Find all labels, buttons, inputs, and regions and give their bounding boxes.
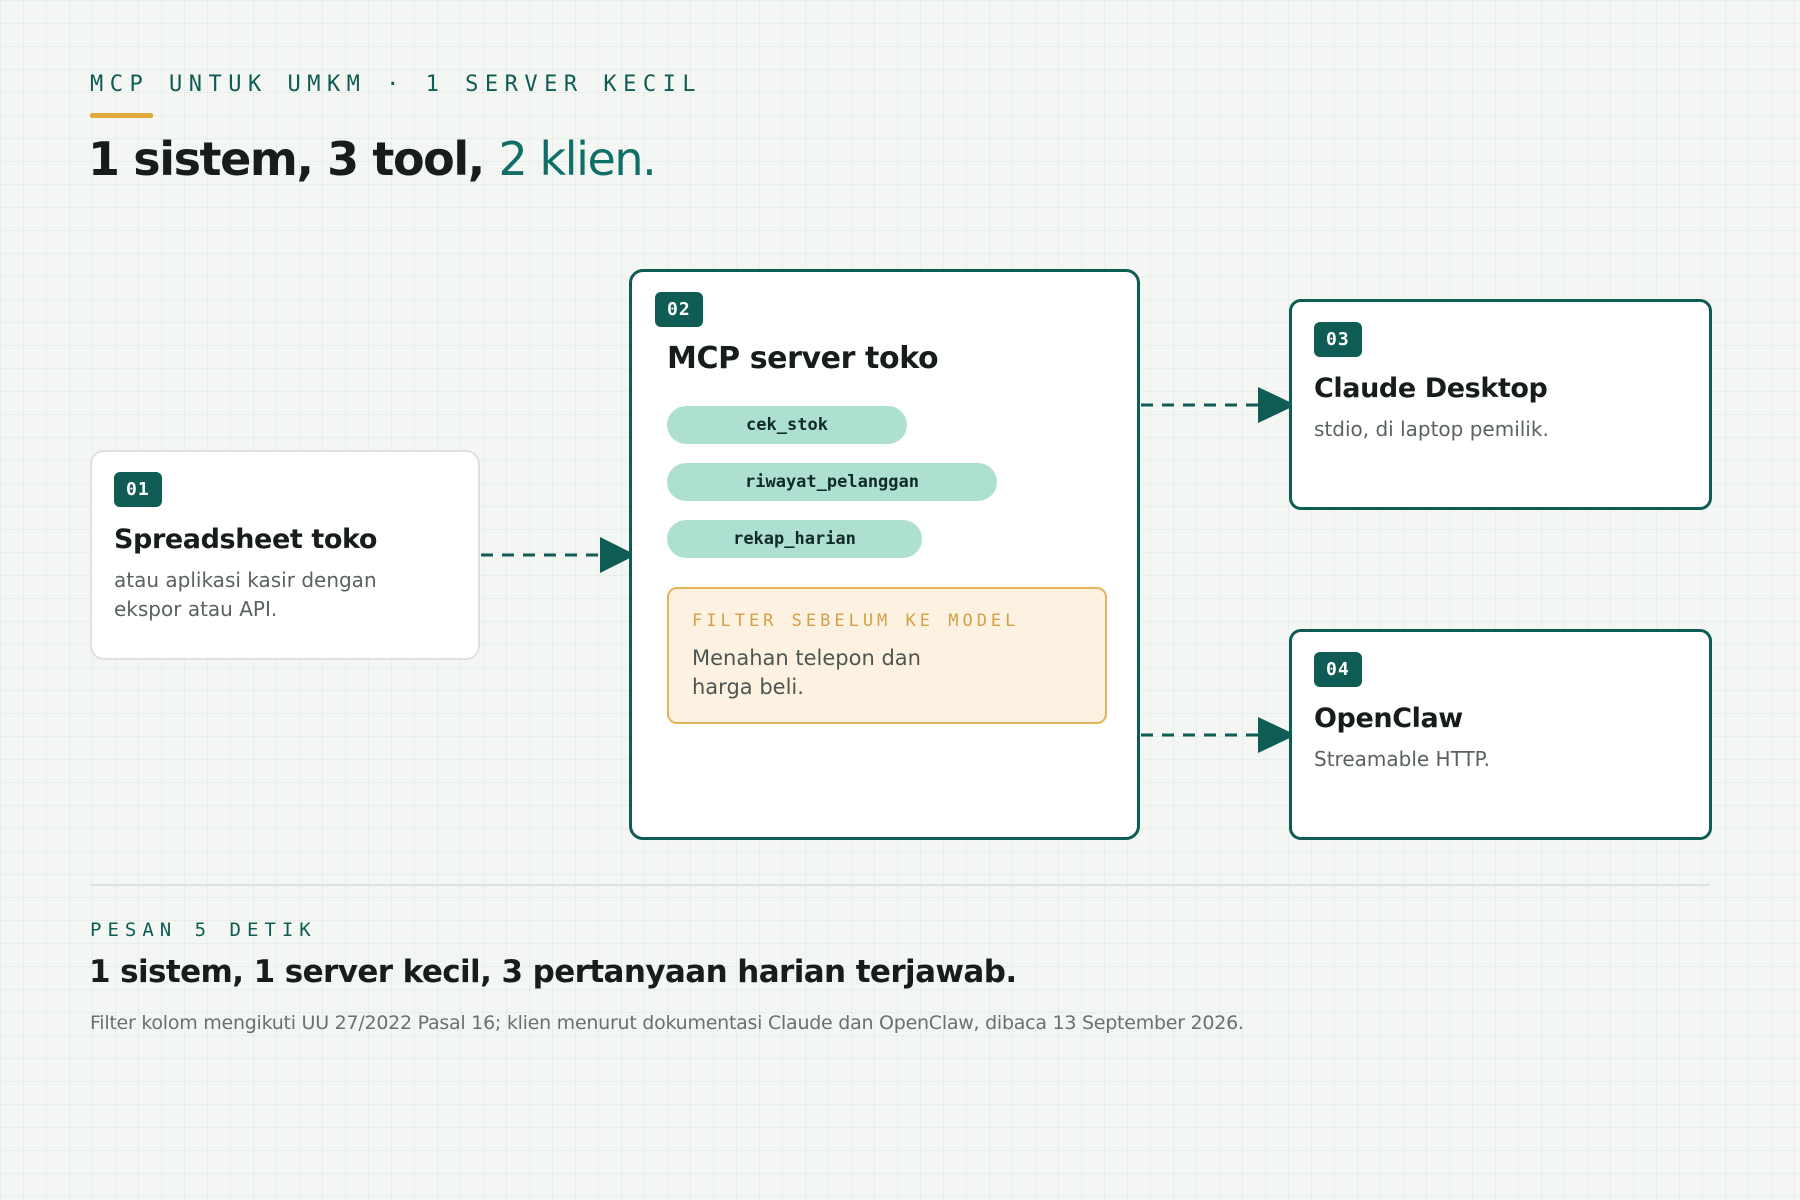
node-description: atau aplikasi kasir dengan ekspor atau A… xyxy=(114,568,377,621)
tool-pill-rekap-harian: rekap_harian xyxy=(667,520,922,558)
section-divider xyxy=(90,884,1710,886)
filter-callout: FILTER SEBELUM KE MODEL Menahan telepon … xyxy=(667,587,1107,724)
node-claude-desktop: 03 Claude Desktop stdio, di laptop pemil… xyxy=(1289,299,1712,510)
tool-pill-riwayat-pelanggan: riwayat_pelanggan xyxy=(667,463,997,501)
node-badge: 01 xyxy=(114,472,162,507)
message-label: PESAN 5 DETIK xyxy=(90,919,317,941)
node-title: OpenClaw xyxy=(1314,703,1463,734)
node-description: stdio, di laptop pemilik. xyxy=(1314,417,1549,441)
node-title: Claude Desktop xyxy=(1314,373,1548,404)
node-description: Streamable HTTP. xyxy=(1314,747,1490,771)
filter-label: FILTER SEBELUM KE MODEL xyxy=(692,611,1020,631)
filter-description: Menahan telepon dan harga beli. xyxy=(692,646,921,699)
edge-server-to-claude xyxy=(1141,387,1296,423)
node-badge: 02 xyxy=(655,292,703,327)
node-badge: 04 xyxy=(1314,652,1362,687)
edge-source-to-server xyxy=(481,537,636,573)
edge-server-to-openclaw xyxy=(1141,717,1296,753)
node-title: MCP server toko xyxy=(667,341,939,376)
source-note: Filter kolom mengikuti UU 27/2022 Pasal … xyxy=(90,1012,1244,1034)
node-title: Spreadsheet toko xyxy=(114,524,378,555)
node-badge: 03 xyxy=(1314,322,1362,357)
node-openclaw: 04 OpenClaw Streamable HTTP. xyxy=(1289,629,1712,840)
message-title: 1 sistem, 1 server kecil, 3 pertanyaan h… xyxy=(89,954,1017,990)
tool-pill-cek-stok: cek_stok xyxy=(667,406,907,444)
node-spreadsheet: 01 Spreadsheet toko atau aplikasi kasir … xyxy=(90,450,480,660)
node-mcp-server: 02 MCP server toko cek_stok riwayat_pela… xyxy=(629,269,1140,840)
